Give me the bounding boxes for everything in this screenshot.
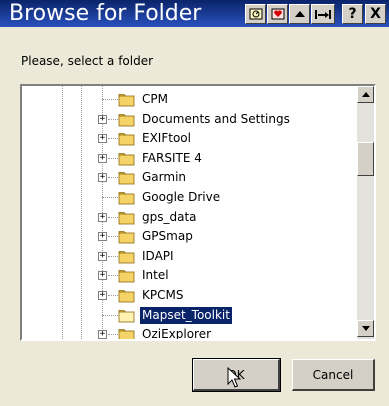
scroll-up-button[interactable] — [357, 86, 374, 103]
tree-item-label[interactable]: Intel — [140, 267, 171, 284]
tree-item-label[interactable]: IDAPI — [140, 248, 176, 265]
expand-icon[interactable]: + — [98, 153, 107, 163]
folder-icon — [118, 329, 135, 339]
tree-connector — [108, 118, 118, 120]
help-button[interactable]: ? — [342, 4, 363, 24]
tree-connector — [102, 197, 118, 198]
pin-icon[interactable] — [245, 4, 266, 24]
expand-icon[interactable]: + — [98, 173, 107, 183]
expand-icon[interactable]: + — [98, 114, 107, 124]
window-title: Browse for Folder — [9, 1, 202, 26]
folder-icon — [118, 231, 135, 244]
roll-up-icon[interactable] — [289, 4, 310, 24]
expand-icon[interactable]: + — [98, 251, 107, 261]
tree-connector — [108, 255, 118, 257]
tree-connector — [102, 99, 118, 100]
scroll-down-button[interactable] — [357, 320, 374, 337]
tree-connector — [108, 275, 118, 277]
open-folder-icon — [118, 309, 135, 322]
folder-icon — [118, 172, 135, 185]
tree-connector — [108, 216, 118, 218]
expand-icon[interactable]: + — [98, 212, 107, 222]
folder-icon — [118, 94, 135, 107]
tree-row[interactable]: Mapset_Toolkit — [22, 306, 362, 326]
tree-connector — [108, 138, 118, 140]
folder-icon — [118, 192, 135, 205]
expand-icon[interactable]: + — [98, 271, 107, 281]
folder-icon — [118, 133, 135, 146]
expand-icon[interactable]: + — [98, 134, 107, 144]
tree-row[interactable]: + Intel — [22, 266, 362, 286]
tree-item-label[interactable]: GPSmap — [140, 228, 195, 245]
folder-icon — [118, 250, 135, 264]
tree-item-label[interactable]: EXIFtool — [140, 130, 193, 147]
tree-row[interactable]: + EXIFtool — [22, 129, 362, 149]
tree-row[interactable]: + OziExplorer — [22, 325, 362, 339]
tree-row[interactable]: Google Drive — [22, 188, 362, 208]
vertical-scrollbar[interactable] — [357, 86, 374, 339]
tree-row[interactable]: + GPSmap — [22, 227, 362, 247]
expand-icon[interactable]: + — [98, 291, 107, 300]
tree-item-label[interactable]: Documents and Settings — [140, 111, 292, 128]
tree-item-label[interactable]: KPCMS — [140, 287, 185, 304]
prompt-text: Please, select a folder — [21, 54, 154, 68]
tree-item-label[interactable]: gps_data — [140, 209, 199, 226]
favorite-icon[interactable] — [267, 4, 288, 24]
tree-item-label[interactable]: Garmin — [140, 169, 188, 186]
folder-icon — [118, 270, 135, 283]
title-bar[interactable]: Browse for Folder ? X — [0, 0, 389, 27]
tree-item-label[interactable]: CPM — [140, 91, 170, 108]
tree-row[interactable]: + Documents and Settings — [22, 110, 362, 130]
tree-item-label[interactable]: Google Drive — [140, 189, 222, 206]
arrow-up-icon — [361, 92, 370, 97]
folder-icon — [118, 290, 135, 303]
tree-connector — [102, 314, 118, 316]
tree-item-label[interactable]: Mapset_Toolkit — [140, 306, 232, 324]
tree-item-label[interactable]: OziExplorer — [140, 326, 213, 339]
mouse-cursor-icon — [227, 367, 241, 388]
tree-connector — [108, 236, 118, 238]
minimize-to-tray-icon[interactable] — [311, 4, 335, 24]
tree-connector — [108, 157, 118, 159]
tree-connector — [108, 334, 118, 336]
tree-connector — [108, 177, 118, 179]
tree-row[interactable]: CPM — [22, 90, 362, 110]
close-button[interactable]: X — [365, 4, 386, 24]
folder-tree[interactable]: CPM + Documents and Settings + EXIFtool + FARS… — [20, 84, 376, 341]
tree-row[interactable]: + gps_data — [22, 208, 362, 228]
folder-icon — [118, 211, 135, 224]
expand-icon[interactable]: + — [98, 330, 107, 339]
scroll-thumb[interactable] — [357, 142, 374, 176]
tree-item-label[interactable]: FARSITE 4 — [140, 150, 204, 167]
tree-row[interactable]: + IDAPI — [22, 247, 362, 267]
tree-row[interactable]: + FARSITE 4 — [22, 149, 362, 169]
cancel-button[interactable]: Cancel — [292, 359, 375, 391]
tree-row[interactable]: + Garmin — [22, 168, 362, 188]
tree-connector — [108, 295, 118, 296]
arrow-down-icon — [361, 326, 370, 331]
folder-icon — [118, 113, 135, 126]
expand-icon[interactable]: + — [98, 232, 107, 242]
tree-row[interactable]: + KPCMS — [22, 286, 362, 306]
folder-icon — [118, 152, 135, 166]
